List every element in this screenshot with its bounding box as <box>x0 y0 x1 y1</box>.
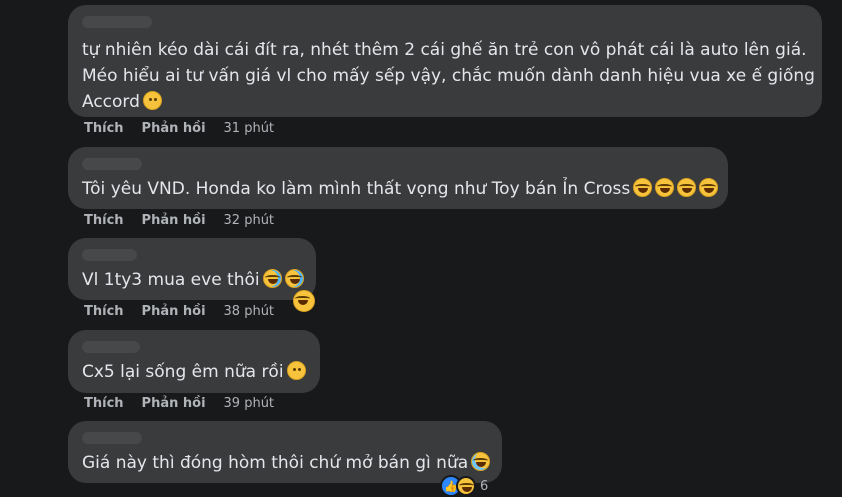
comment-text-line: Vl 1ty3 mua eve thôi <box>82 267 304 293</box>
reaction-count: 6 <box>480 478 489 494</box>
joy-emoji <box>677 178 697 197</box>
rofl-emoji <box>262 269 282 288</box>
reply-link[interactable]: Phản hồi <box>142 121 206 136</box>
comment-text: Accord <box>82 92 140 112</box>
reply-link[interactable]: Phản hồi <box>142 213 206 228</box>
comment-text-line: Accord <box>82 89 162 115</box>
grinning-face-emoji <box>293 290 315 312</box>
blurred-author-name <box>82 432 142 444</box>
comment-actions: Thích Phản hồi 39 phút <box>84 396 274 411</box>
timestamp[interactable]: 38 phút <box>224 304 275 319</box>
blurred-author-name <box>82 16 152 28</box>
like-link[interactable]: Thích <box>84 304 124 319</box>
comment-bubble-4: Cx5 lại sống êm nữa rồi <box>68 330 320 393</box>
comment-actions: Thích Phản hồi 38 phút <box>84 304 274 319</box>
timestamp[interactable]: 31 phút <box>224 121 275 136</box>
comment-actions: Thích Phản hồi 31 phút <box>84 121 274 136</box>
timestamp[interactable]: 39 phút <box>224 396 275 411</box>
comment-text: Tôi yêu VND. Honda ko làm mình thất vọng… <box>82 179 631 199</box>
reply-link[interactable]: Phản hồi <box>142 304 206 319</box>
joy-emoji <box>699 178 719 197</box>
comment-bubble-2: Tôi yêu VND. Honda ko làm mình thất vọng… <box>68 147 728 209</box>
smiling-face-emoji <box>142 91 162 110</box>
comment-text: Vl 1ty3 mua eve thôi <box>82 270 260 290</box>
grinning-sweat-emoji <box>471 452 491 471</box>
joy-emoji <box>633 178 653 197</box>
reaction-summary[interactable]: 👍 6 <box>440 475 488 497</box>
comment-bubble-1: tự nhiên kéo dài cái đít ra, nhét thêm 2… <box>68 5 822 117</box>
comment-text-line: Méo hiểu ai tư vấn giá vl cho mấy sếp vậ… <box>82 66 815 86</box>
like-link[interactable]: Thích <box>84 121 124 136</box>
comment-bubble-5: Giá này thì đóng hòm thôi chứ mở bán gì … <box>68 421 502 483</box>
like-link[interactable]: Thích <box>84 396 124 411</box>
joy-emoji <box>655 178 675 197</box>
comment-text: Cx5 lại sống êm nữa rồi <box>82 362 284 382</box>
comment-text-line: Tôi yêu VND. Honda ko làm mình thất vọng… <box>82 176 719 202</box>
comment-text-line: Giá này thì đóng hòm thôi chứ mở bán gì … <box>82 450 491 476</box>
like-link[interactable]: Thích <box>84 213 124 228</box>
blurred-author-name <box>82 158 142 170</box>
comment-bubble-3: Vl 1ty3 mua eve thôi <box>68 238 316 300</box>
haha-reaction-icon <box>456 476 476 496</box>
blurred-author-name <box>82 341 140 353</box>
comment-text-line: tự nhiên kéo dài cái đít ra, nhét thêm 2… <box>82 40 807 60</box>
comment-actions: Thích Phản hồi 32 phút <box>84 213 274 228</box>
rofl-emoji <box>284 269 304 288</box>
reply-link[interactable]: Phản hồi <box>142 396 206 411</box>
comment-text: Giá này thì đóng hòm thôi chứ mở bán gì … <box>82 453 469 473</box>
blurred-author-name <box>82 249 137 261</box>
timestamp[interactable]: 32 phút <box>224 213 275 228</box>
comment-text-line: Cx5 lại sống êm nữa rồi <box>82 359 306 385</box>
grinning-smiling-eyes-emoji <box>286 361 306 380</box>
